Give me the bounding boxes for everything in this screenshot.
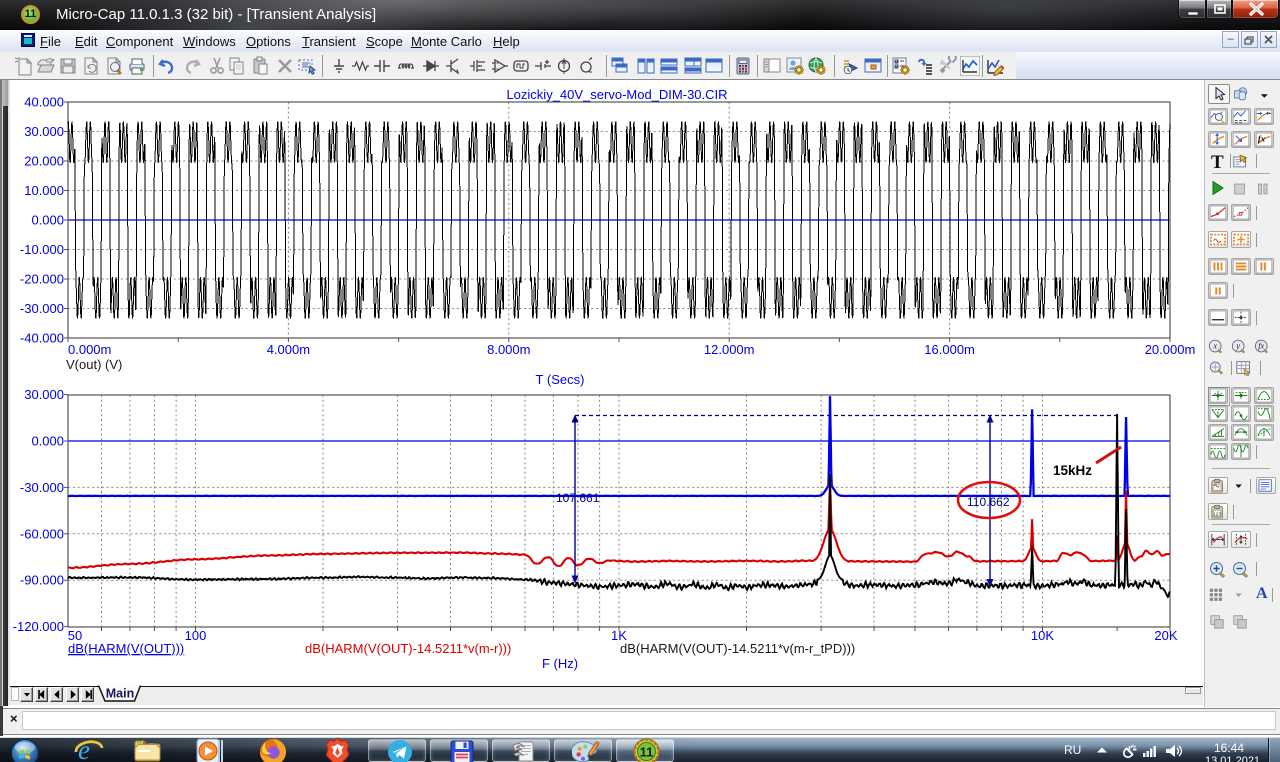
svg-text:100: 100 (185, 628, 207, 643)
svg-text:-40.000: -40.000 (20, 331, 64, 346)
svg-text:T (Secs): T (Secs) (536, 372, 585, 387)
svg-text:11: 11 (640, 745, 654, 760)
svg-text:Main: Main (106, 687, 134, 701)
svg-text:110.662: 110.662 (967, 495, 1010, 509)
svg-text:dB(HARM(V(OUT))): dB(HARM(V(OUT))) (68, 641, 184, 656)
svg-text:y: y (1235, 342, 1240, 351)
svg-text:0.000m: 0.000m (68, 342, 111, 357)
svg-text:-60.000: -60.000 (20, 526, 64, 541)
svg-text:12.000m: 12.000m (704, 342, 755, 357)
svg-text:15kHz: 15kHz (1053, 463, 1092, 478)
svg-text:10.000: 10.000 (24, 183, 64, 198)
svg-text:20.000m: 20.000m (1145, 342, 1196, 357)
svg-text:-30.000: -30.000 (20, 480, 64, 495)
svg-text:x: x (1212, 342, 1217, 351)
svg-text:10K: 10K (1031, 628, 1054, 643)
svg-text:20K: 20K (1154, 628, 1177, 643)
svg-text:107.661: 107.661 (556, 491, 600, 505)
svg-text:30.000: 30.000 (24, 124, 64, 139)
svg-text:20.000: 20.000 (24, 154, 64, 169)
svg-text:-120.000: -120.000 (13, 619, 64, 634)
svg-text:0.000: 0.000 (31, 434, 64, 449)
svg-text:16.000m: 16.000m (924, 342, 975, 357)
svg-text:0.000: 0.000 (31, 213, 64, 228)
svg-text:F (Hz): F (Hz) (542, 656, 578, 671)
svg-text:-90.000: -90.000 (20, 573, 64, 588)
svg-text:V(out) (V): V(out) (V) (66, 357, 122, 372)
svg-text:fx: fx (1258, 134, 1266, 144)
svg-text:4.000m: 4.000m (267, 342, 310, 357)
svg-text:-30.000: -30.000 (20, 301, 64, 316)
svg-text:30.000: 30.000 (24, 387, 64, 402)
svg-text:8.000m: 8.000m (487, 342, 530, 357)
svg-text:123: 123 (1213, 511, 1221, 517)
svg-text:dB(HARM(V(OUT)-14.5211*v(m-r)): dB(HARM(V(OUT)-14.5211*v(m-r))) (305, 641, 511, 656)
svg-text:-10.000: -10.000 (20, 242, 64, 257)
svg-text:40.000: 40.000 (24, 95, 64, 110)
svg-text:-20.000: -20.000 (20, 272, 64, 287)
svg-text:Lozickiy_40V_servo-Mod_DIM-30.: Lozickiy_40V_servo-Mod_DIM-30.CIR (506, 87, 727, 102)
svg-text:fx: fx (1258, 342, 1264, 351)
svg-text:dB(HARM(V(OUT)-14.5211*v(m-r_t: dB(HARM(V(OUT)-14.5211*v(m-r_tPD))) (620, 641, 855, 656)
